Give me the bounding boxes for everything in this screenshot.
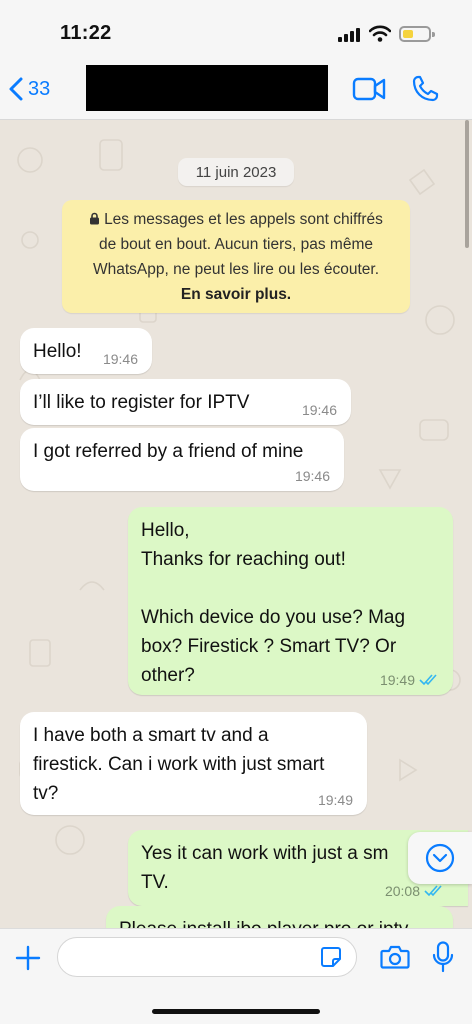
- message-text: Please install ibo player pro or iptv: [119, 915, 408, 928]
- message-time: 19:46: [294, 468, 330, 484]
- home-indicator[interactable]: [152, 1009, 320, 1014]
- back-button[interactable]: 33: [8, 72, 50, 106]
- message-bubble-incoming[interactable]: I got referred by a friend of mine 19:46: [20, 428, 344, 491]
- chevron-left-icon: [9, 77, 23, 101]
- message-time: 19:46: [301, 402, 337, 418]
- scroll-to-bottom-button[interactable]: [408, 832, 472, 884]
- cellular-signal-icon: [338, 28, 362, 42]
- chat-area[interactable]: 11 juin 2023 Les messages et les appels …: [0, 120, 472, 928]
- lock-icon: [90, 212, 100, 225]
- message-text: I have both a smart tv and a firestick. …: [33, 725, 325, 804]
- battery-icon: [399, 26, 435, 42]
- message-input-bar: [0, 928, 472, 1024]
- wifi-icon: [369, 25, 391, 42]
- microphone-icon[interactable]: [432, 941, 454, 973]
- message-bubble-incoming[interactable]: I have both a smart tv and a firestick. …: [20, 712, 367, 815]
- encryption-notice[interactable]: Les messages et les appels sont chiffrés…: [62, 200, 410, 313]
- read-receipt-icon: [424, 885, 442, 897]
- plus-icon[interactable]: [15, 945, 41, 971]
- chat-header: 33: [0, 58, 472, 120]
- learn-more-link[interactable]: En savoir plus.: [62, 282, 410, 307]
- message-bubble-incoming[interactable]: I’ll like to register for IPTV 19:46: [20, 379, 351, 425]
- date-separator: 11 juin 2023: [178, 158, 294, 186]
- notice-line: WhatsApp, ne peut les lire ou les écoute…: [92, 261, 380, 278]
- video-call-icon[interactable]: [352, 76, 386, 102]
- message-text: Hello!: [33, 341, 82, 362]
- scroll-indicator[interactable]: [465, 120, 469, 248]
- message-bubble-outgoing[interactable]: Please install ibo player pro or iptv: [106, 906, 453, 928]
- status-bar: 11:22: [0, 0, 472, 58]
- contact-name[interactable]: [86, 65, 328, 111]
- status-time: 11:22: [60, 22, 112, 44]
- notice-line: de bout en bout. Aucun tiers, pas même: [98, 236, 373, 253]
- notice-line: Les messages et les appels sont chiffrés: [104, 211, 383, 228]
- message-bubble-incoming[interactable]: Hello! 19:46: [20, 328, 152, 374]
- message-time: 19:49: [317, 792, 353, 808]
- message-text: Hello, Thanks for reaching out! Which de…: [141, 520, 406, 686]
- chevron-down-circle-icon: [425, 843, 455, 873]
- message-text: I got referred by a friend of mine: [33, 441, 304, 462]
- message-time: 20:08: [385, 883, 444, 899]
- message-text: Yes it can work with just a sm TV.: [141, 843, 389, 893]
- camera-icon[interactable]: [380, 944, 410, 970]
- message-time: 19:49: [380, 672, 439, 688]
- phone-icon[interactable]: [411, 75, 439, 103]
- message-input[interactable]: [57, 937, 357, 977]
- message-text: I’ll like to register for IPTV: [33, 392, 250, 413]
- read-receipt-icon: [419, 674, 437, 686]
- message-bubble-outgoing[interactable]: Hello, Thanks for reaching out! Which de…: [128, 507, 453, 695]
- unread-count: 33: [28, 77, 51, 100]
- message-time: 19:46: [102, 351, 138, 367]
- sticker-icon[interactable]: [320, 946, 342, 968]
